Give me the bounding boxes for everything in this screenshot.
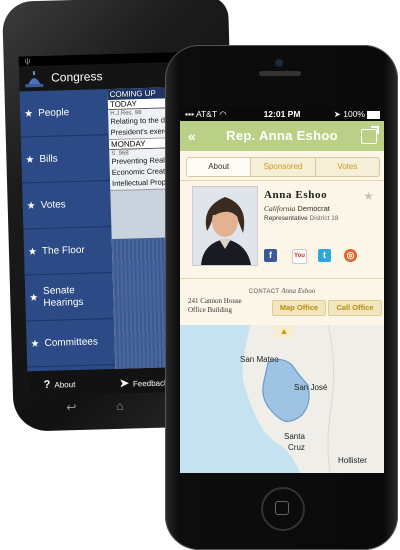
address-line: Office Building (188, 306, 233, 314)
map-label: Hollister (338, 456, 367, 465)
menu-item-label: Votes (40, 198, 66, 211)
iphone-screen: ▪▪▪ AT&T ◠ 12:01 PM ➤ 100% « Rep. Anna E… (180, 107, 384, 473)
ios-status-bar: ▪▪▪ AT&T ◠ 12:01 PM ➤ 100% (180, 107, 384, 121)
about-button[interactable]: ? About (44, 378, 76, 391)
tab-votes[interactable]: Votes (316, 158, 379, 176)
district-label: District 18 (309, 215, 339, 222)
star-icon: ★ (30, 338, 40, 350)
battery: ➤ 100% (334, 109, 380, 120)
page-title: Rep. Anna Eshoo (226, 128, 338, 143)
star-icon: ★ (23, 108, 34, 120)
star-icon: ★ (29, 292, 39, 304)
menu-item-bills[interactable]: ★ Bills (20, 135, 111, 184)
share-icon[interactable] (361, 129, 377, 144)
home-nav-icon[interactable]: ⌂ (116, 399, 124, 413)
back-nav-icon[interactable]: ↩ (66, 400, 76, 414)
menu-item-the-floor[interactable]: ★ The Floor (23, 227, 113, 276)
menu-item-label: The Floor (41, 244, 85, 257)
map-office-button[interactable]: Map Office (272, 300, 326, 316)
address-line: 241 Cannon House (188, 297, 242, 305)
map-label: San Mateo (240, 355, 279, 364)
tab-sponsored[interactable]: Sponsored (251, 158, 316, 176)
map-label: Santa (284, 432, 305, 441)
capitol-dome-icon[interactable] (23, 70, 45, 89)
star-icon: ★ (25, 154, 35, 166)
home-button[interactable] (261, 487, 305, 531)
segmented-tabs: About Sponsored Votes (186, 157, 380, 177)
youtube-icon[interactable]: You (292, 249, 307, 264)
iphone: ▪▪▪ AT&T ◠ 12:01 PM ➤ 100% « Rep. Anna E… (165, 45, 398, 550)
contact-caption: CONTACT (248, 289, 280, 295)
about-label: About (54, 380, 76, 390)
map-label: San José (294, 383, 328, 392)
star-icon: ★ (27, 246, 38, 258)
twitter-icon[interactable]: t (318, 249, 331, 262)
map-label: Cruz (288, 443, 305, 452)
contact-label: CONTACT Anna Eshoo (180, 287, 384, 295)
facebook-icon[interactable]: f (264, 249, 277, 262)
question-icon: ? (43, 378, 51, 391)
feedback-label: Feedback (132, 378, 169, 389)
nav-header: « Rep. Anna Eshoo (180, 121, 384, 151)
divider (180, 278, 384, 279)
website-icon[interactable]: ◎ (344, 249, 357, 262)
menu-item-committees[interactable]: ★ Committees (25, 318, 116, 368)
party-label: Democrat (297, 204, 330, 213)
star-icon: ★ (26, 200, 36, 212)
camera (275, 59, 283, 67)
legislator-role: Representative District 18 (264, 215, 338, 222)
menu-item-label: Committees (44, 335, 99, 349)
android-menu: ★ People ★ Bills ★ Votes ★ The Floor ★ S… (19, 89, 116, 372)
menu-item-label: Senate Hearings (42, 284, 84, 309)
legislator-photo (192, 186, 258, 266)
location-icon: ➤ (333, 109, 341, 119)
menu-item-senate-hearings[interactable]: ★ Senate Hearings (24, 273, 114, 322)
district-map[interactable]: ▲ San Mateo San José Santa Cruz Holliste… (180, 325, 384, 473)
battery-icon (367, 110, 380, 119)
state-label: California (264, 204, 296, 213)
menu-item-people[interactable]: ★ People (19, 89, 109, 138)
speaker (259, 71, 301, 76)
map-expand-chevron-icon[interactable]: ▲ (274, 325, 294, 338)
feedback-button[interactable]: ➤ Feedback (120, 376, 169, 390)
role-label: Representative (264, 215, 308, 222)
app-title: Congress (50, 69, 103, 85)
favorite-star-icon[interactable]: ★ (363, 189, 374, 203)
menu-item-votes[interactable]: ★ Votes (22, 181, 112, 230)
tab-about[interactable]: About (187, 158, 252, 176)
legislator-state-party: California Democrat (264, 204, 330, 213)
menu-item-label: People (37, 106, 70, 119)
send-icon: ➤ (119, 377, 130, 390)
call-office-button[interactable]: Call Office (328, 300, 382, 316)
menu-item-label: Bills (39, 153, 58, 165)
office-address: 241 Cannon House Office Building (188, 297, 242, 315)
contact-name: Anna Eshoo (281, 287, 316, 295)
divider (180, 180, 384, 181)
battery-percent: 100% (343, 109, 365, 119)
legislator-name: Anna Eshoo (264, 189, 328, 201)
notification-icon: ψ (24, 56, 31, 66)
